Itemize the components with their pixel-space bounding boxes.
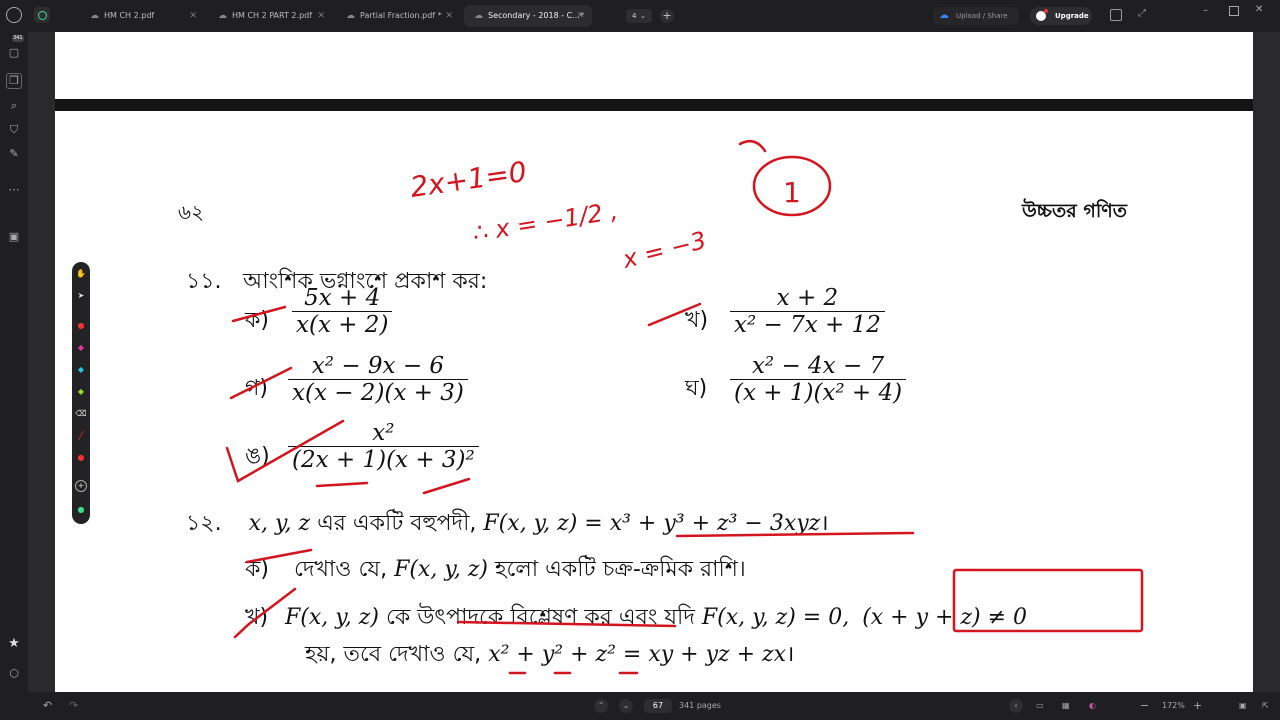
annotation-toolbar: ✋ ➤ ● ◆ ◆ ◆ ⌫ ╱ ● + ●: [72, 262, 90, 524]
grid-view-icon[interactable]: ▦: [1062, 699, 1070, 713]
star-icon[interactable]: ★: [5, 635, 23, 653]
expand-panel-icon[interactable]: ⇱: [1262, 699, 1269, 713]
upload-share-button[interactable]: ☁ Upload / Share: [933, 7, 1019, 25]
expand-icon[interactable]: ⤢: [1138, 8, 1146, 19]
zoom-level[interactable]: 172%: [1162, 699, 1185, 713]
pen-red-icon[interactable]: ●: [75, 320, 87, 332]
zoom-out-button[interactable]: −: [1140, 699, 1149, 713]
left-sidebar: ▢ 341 ❐ ⌕ ⛉ ✎ ⋯ ▣ ★ ⬡ ⚙: [0, 32, 28, 711]
tab-label: HM CH 2 PART 2.pdf: [232, 11, 313, 20]
search-icon[interactable]: ⌕: [5, 97, 23, 115]
cloud-upload-icon: ☁: [939, 10, 949, 21]
top-bar: ☁ HM CH 2.pdf ✕ ☁ HM CH 2 PART 2.pdf ✕ ☁…: [0, 0, 1280, 32]
tab-hm-ch-2[interactable]: ☁ HM CH 2.pdf ✕: [80, 5, 205, 27]
add-tool-icon[interactable]: +: [75, 480, 87, 492]
redo-icon[interactable]: ↷: [69, 699, 78, 713]
ai-assist-icon[interactable]: ●: [75, 504, 87, 516]
maximize-button[interactable]: [1229, 6, 1239, 16]
tab-secondary-2018[interactable]: ☁ Secondary - 2018 - C...* ✕: [464, 5, 592, 27]
new-tab-button[interactable]: +: [660, 9, 674, 23]
next-page-button[interactable]: ⌄: [619, 699, 633, 713]
select-tool-icon[interactable]: ➤: [75, 290, 87, 302]
highlighter-pink-icon[interactable]: ◆: [75, 342, 87, 354]
app-logo-icon[interactable]: [6, 7, 22, 23]
close-window-button[interactable]: ✕: [1255, 4, 1263, 15]
tab-label: Partial Fraction.pdf *: [360, 11, 442, 20]
home-icon[interactable]: [34, 7, 50, 23]
tab-label: Secondary - 2018 - C...*: [488, 11, 584, 20]
upgrade-label: Upgrade: [1055, 12, 1089, 20]
back-button[interactable]: ‹: [1009, 699, 1023, 713]
document-viewer[interactable]: ৬২ উচ্চতর গণিত ১১. আংশিক ভগ্নাংশে প্রকাশ…: [28, 32, 1280, 692]
tab-label: HM CH 2.pdf: [104, 11, 155, 20]
more-icon[interactable]: ⋯: [5, 181, 23, 199]
close-icon[interactable]: ✕: [189, 5, 197, 27]
page-gap: [55, 99, 1253, 111]
cloud-icon: ☁: [90, 11, 99, 21]
shape-tool-icon[interactable]: ●: [75, 452, 87, 464]
tab-partial-fraction[interactable]: ☁ Partial Fraction.pdf * ✕: [336, 5, 461, 27]
page-number-input[interactable]: 67: [644, 699, 672, 713]
ai-tool-icon[interactable]: ▣: [5, 228, 23, 246]
upgrade-button[interactable]: Upgrade: [1030, 7, 1092, 25]
previous-page-button[interactable]: ⌃: [594, 699, 608, 713]
line-tool-icon[interactable]: ╱: [75, 430, 87, 442]
close-icon[interactable]: ✕: [576, 5, 584, 27]
close-icon[interactable]: ✕: [317, 5, 325, 27]
minimize-button[interactable]: –: [1203, 5, 1208, 16]
upload-share-label: Upload / Share: [956, 12, 1008, 20]
cloud-icon: ☁: [218, 11, 227, 21]
pdf-page: ৬২ উচ্চতর গণিত ১১. আংশিক ভগ্নাংশে প্রকাশ…: [55, 111, 1253, 692]
color-mode-icon[interactable]: ◐: [1089, 699, 1096, 713]
bookmark-icon[interactable]: ⛉: [5, 121, 23, 139]
book-icon[interactable]: ❐: [6, 73, 22, 89]
bottom-bar: ↶ ↷ ⌃ ⌄ 67 341 pages ‹ ▭ ▦ ◐ − 172% + ▣ …: [0, 692, 1280, 720]
annotation-icon[interactable]: ✎: [5, 145, 23, 163]
ink-strokes: [225, 139, 1144, 675]
pages-icon[interactable]: ▢ 341: [5, 35, 24, 62]
chevron-down-icon: ⌄: [640, 12, 646, 20]
highlighter-green-icon[interactable]: ◆: [75, 386, 87, 398]
layers-icon[interactable]: ⬡: [5, 665, 23, 683]
previous-page: [55, 32, 1253, 99]
tab-count: 4: [632, 12, 637, 20]
total-pages: 341 pages: [679, 701, 721, 710]
tab-hm-ch-2-part-2[interactable]: ☁ HM CH 2 PART 2.pdf ✕: [208, 5, 333, 27]
cloud-icon: ☁: [346, 11, 355, 21]
fit-page-icon[interactable]: ▭: [1036, 699, 1044, 713]
notification-dot: [1044, 9, 1048, 13]
close-icon[interactable]: ✕: [445, 5, 453, 27]
eraser-icon[interactable]: ⌫: [75, 408, 87, 420]
highlighter-cyan-icon[interactable]: ◆: [75, 364, 87, 376]
hand-tool-icon[interactable]: ✋: [75, 268, 87, 280]
tab-count-dropdown[interactable]: 4 ⌄: [626, 9, 652, 23]
undo-icon[interactable]: ↶: [43, 699, 52, 713]
layout-icon[interactable]: [1110, 9, 1122, 21]
cloud-icon: ☁: [474, 11, 483, 21]
pages-badge: 341: [12, 35, 24, 42]
fullscreen-icon[interactable]: ▣: [1239, 699, 1247, 713]
zoom-in-button[interactable]: +: [1193, 699, 1202, 713]
